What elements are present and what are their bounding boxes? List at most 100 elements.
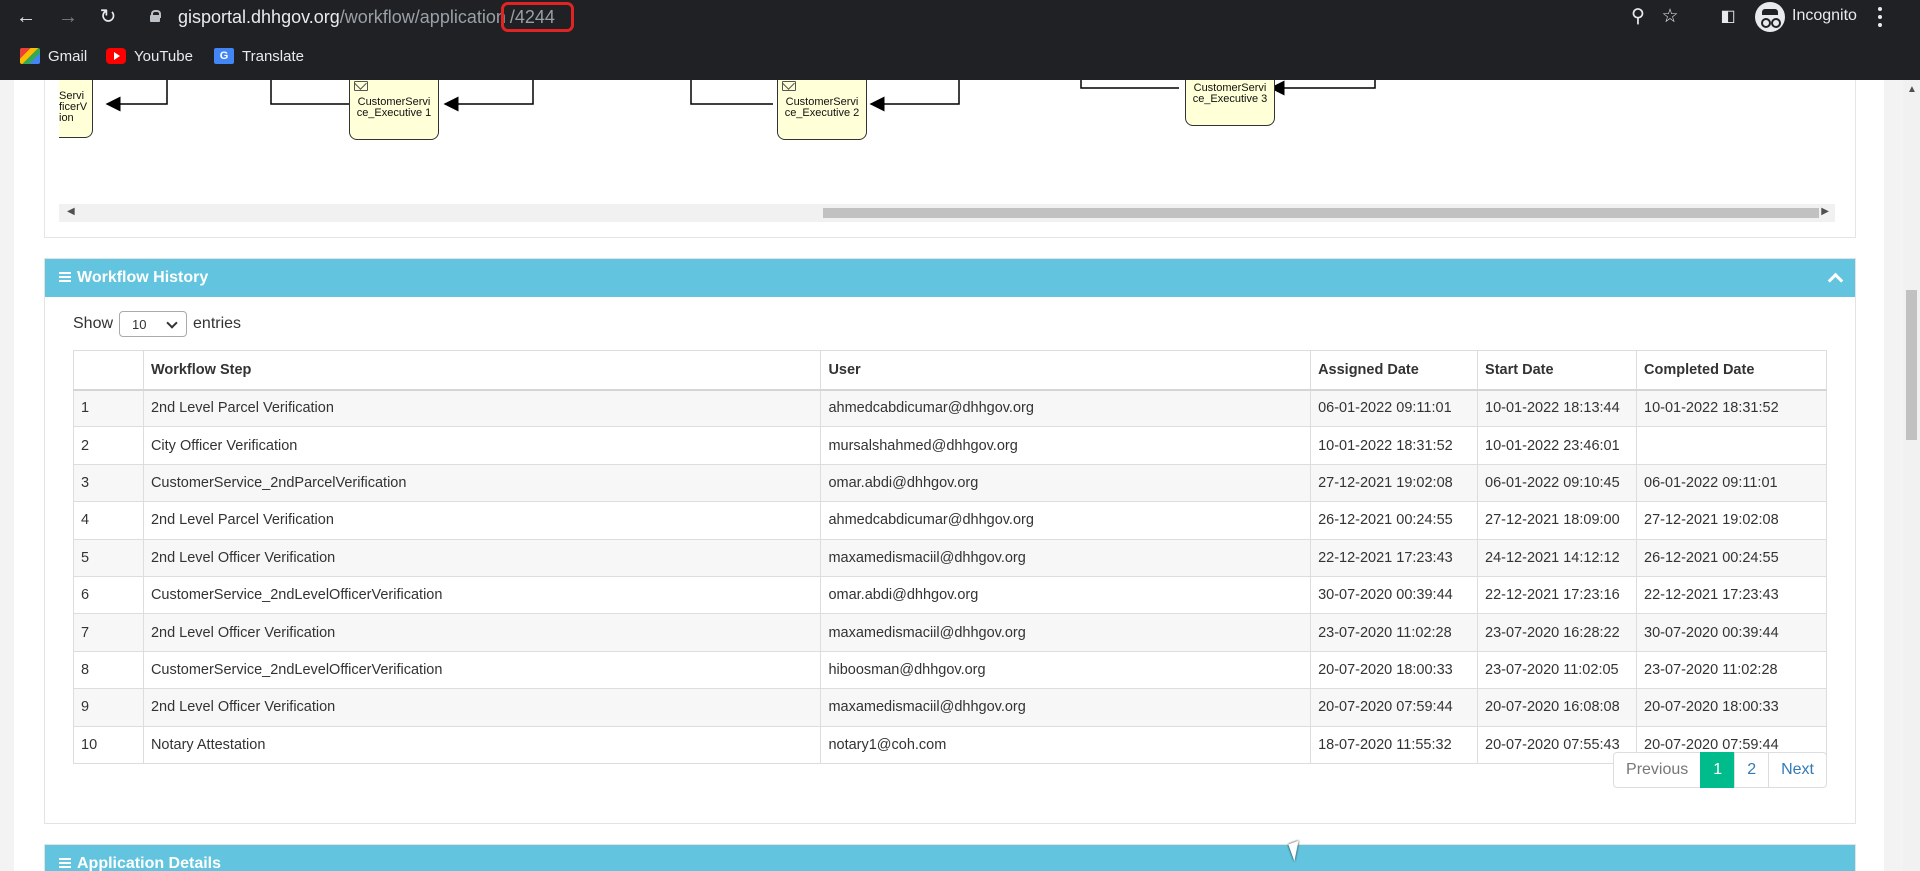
envelope-icon <box>782 81 796 91</box>
node-label: Servi ficerV ion <box>59 90 88 124</box>
cell-user: hiboosman@dhhgov.org <box>820 650 1312 690</box>
diagram-node-executive-2[interactable]: CustomerServi ce_Executive 2 <box>777 80 867 140</box>
cell-start-date: 22-12-2021 17:23:16 <box>1477 575 1638 615</box>
cell-user: notary1@coh.com <box>820 725 1312 764</box>
cell-start-date: 06-01-2022 09:10:45 <box>1477 463 1638 503</box>
diagram-horizontal-scrollbar[interactable]: ◀ ▶ <box>59 204 1835 222</box>
connector-3 <box>443 80 534 112</box>
workflow-history-title: Workflow History <box>77 269 209 286</box>
cell-user: ahmedcabdicumar@dhhgov.org <box>820 388 1312 428</box>
cell-number: 2 <box>73 426 144 465</box>
cell-assigned-date: 26-12-2021 00:24:55 <box>1310 501 1479 540</box>
url-highlight: /4244 <box>500 2 574 32</box>
cell-number: 4 <box>73 501 144 540</box>
page-2-button[interactable]: 2 <box>1734 752 1770 788</box>
diagram-node-executive-3[interactable]: CustomerServi ce_Executive 3 <box>1185 80 1275 126</box>
url-host: gisportal.dhhgov.org <box>178 7 340 27</box>
cell-completed-date: 30-07-2020 00:39:44 <box>1636 613 1827 652</box>
column-header-user[interactable]: User <box>820 350 1312 391</box>
cell-start-date: 23-07-2020 16:28:22 <box>1477 613 1638 652</box>
cell-workflow-step: City Officer Verification <box>142 426 822 465</box>
cell-workflow-step: CustomerService_2ndLevelOfficerVerificat… <box>142 575 822 615</box>
bookmark-youtube[interactable]: YouTube <box>106 44 193 68</box>
scroll-up-icon[interactable]: ▲ <box>1907 84 1917 95</box>
cell-workflow-step: 2nd Level Officer Verification <box>142 613 822 652</box>
incognito-icon[interactable] <box>1755 2 1785 32</box>
list-icon <box>59 858 71 868</box>
table-row: 4 2nd Level Parcel Verification ahmedcabdi… <box>73 501 1827 540</box>
bookmark-label: Translate <box>242 47 304 65</box>
connector-4 <box>690 80 773 105</box>
scroll-right-icon[interactable]: ▶ <box>1821 206 1829 217</box>
scroll-left-icon[interactable]: ◀ <box>67 206 75 217</box>
page-1-button[interactable]: 1 <box>1700 752 1736 788</box>
cell-assigned-date: 23-07-2020 11:02:28 <box>1310 613 1479 652</box>
bookmark-gmail[interactable]: Gmail <box>20 44 87 68</box>
bookmark-label: YouTube <box>134 47 193 65</box>
workflow-history-header[interactable]: Workflow History <box>45 259 1855 297</box>
diagram-node-executive-1[interactable]: CustomerServi ce_Executive 1 <box>349 80 439 140</box>
entries-length-control: Show 10 entries <box>73 311 241 337</box>
table-row: 5 2nd Level Officer Verification maxamedis… <box>73 538 1827 577</box>
side-panel-icon[interactable]: ◧ <box>1716 5 1740 29</box>
cell-number: 10 <box>73 725 144 764</box>
lock-icon[interactable] <box>150 10 161 22</box>
cell-assigned-date: 20-07-2020 18:00:33 <box>1310 650 1479 690</box>
incognito-label[interactable]: Incognito <box>1792 7 1857 25</box>
column-header-number[interactable] <box>73 350 144 391</box>
cell-workflow-step: 2nd Level Officer Verification <box>142 538 822 577</box>
scrollbar-thumb[interactable] <box>1906 290 1917 440</box>
workflow-history-table: Workflow Step User Assigned Date Start D… <box>73 350 1827 764</box>
cell-workflow-step: 2nd Level Officer Verification <box>142 688 822 727</box>
list-icon <box>59 272 71 282</box>
column-header-assigned-date[interactable]: Assigned Date <box>1310 350 1479 391</box>
back-arrow-icon[interactable]: ← <box>12 3 40 31</box>
address-bar[interactable]: gisportal.dhhgov.org/workflow/applicatio… <box>138 0 1684 34</box>
table-row: 6 CustomerService_2ndLevelOfficerVerifica… <box>73 575 1827 615</box>
page-vertical-scrollbar[interactable]: ▲ <box>1903 80 1920 871</box>
bookmark-star-icon[interactable]: ☆ <box>1658 5 1682 29</box>
cell-user: maxamedismaciil@dhhgov.org <box>820 688 1312 727</box>
url-text[interactable]: gisportal.dhhgov.org/workflow/applicatio… <box>178 2 574 32</box>
previous-page-button[interactable]: Previous <box>1613 752 1702 788</box>
application-details-header[interactable]: Application Details <box>44 844 1856 871</box>
table-row: 8 CustomerService_2ndLevelOfficerVerifica… <box>73 650 1827 690</box>
chevron-up-icon[interactable] <box>1827 272 1844 289</box>
diagram-connectors <box>105 80 1376 112</box>
cell-completed-date: 22-12-2021 17:23:43 <box>1636 575 1827 615</box>
cell-number: 3 <box>73 463 144 503</box>
table-row: 7 2nd Level Officer Verification maxamedis… <box>73 613 1827 652</box>
diagram-node-verification[interactable]: Servi ficerV ion <box>59 80 93 138</box>
workflow-diagram: Servi ficerV ion CustomerServi ce_Execut… <box>59 80 1835 202</box>
next-page-button[interactable]: Next <box>1768 752 1827 788</box>
column-header-completed-date[interactable]: Completed Date <box>1636 350 1827 391</box>
column-header-start-date[interactable]: Start Date <box>1477 350 1638 391</box>
connector-1 <box>105 80 168 112</box>
cell-number: 9 <box>73 688 144 727</box>
zoom-icon[interactable]: ⚲ <box>1626 5 1650 29</box>
cell-assigned-date: 20-07-2020 07:59:44 <box>1310 688 1479 727</box>
table-row: 10 Notary Attestation notary1@coh.com 18-07… <box>73 725 1827 764</box>
scrollbar-thumb[interactable] <box>823 208 1819 218</box>
forward-arrow-icon[interactable]: → <box>54 3 82 31</box>
youtube-icon <box>106 48 126 64</box>
cell-assigned-date: 22-12-2021 17:23:43 <box>1310 538 1479 577</box>
node-label: CustomerServi ce_Executive 1 <box>356 96 432 119</box>
cell-user: maxamedismaciil@dhhgov.org <box>820 613 1312 652</box>
more-menu-icon[interactable] <box>1868 5 1892 29</box>
bookmark-translate[interactable]: G Translate <box>214 44 304 68</box>
table-header-row: Workflow Step User Assigned Date Start D… <box>73 350 1827 391</box>
cell-user: maxamedismaciil@dhhgov.org <box>820 538 1312 577</box>
page-viewport: Servi ficerV ion CustomerServi ce_Execut… <box>0 80 1903 871</box>
application-details-title: Application Details <box>77 855 222 871</box>
cell-start-date: 10-01-2022 18:13:44 <box>1477 388 1638 428</box>
cell-assigned-date: 06-01-2022 09:11:01 <box>1310 388 1479 428</box>
node-label: CustomerServi ce_Executive 3 <box>1192 82 1268 105</box>
cell-start-date: 20-07-2020 16:08:08 <box>1477 688 1638 727</box>
cell-number: 7 <box>73 613 144 652</box>
entries-select[interactable]: 10 <box>119 311 188 337</box>
cell-user: mursalshahmed@dhhgov.org <box>820 426 1312 465</box>
cell-assigned-date: 10-01-2022 18:31:52 <box>1310 426 1479 465</box>
reload-icon[interactable]: ↻ <box>94 3 122 31</box>
column-header-workflow-step[interactable]: Workflow Step <box>142 350 822 391</box>
